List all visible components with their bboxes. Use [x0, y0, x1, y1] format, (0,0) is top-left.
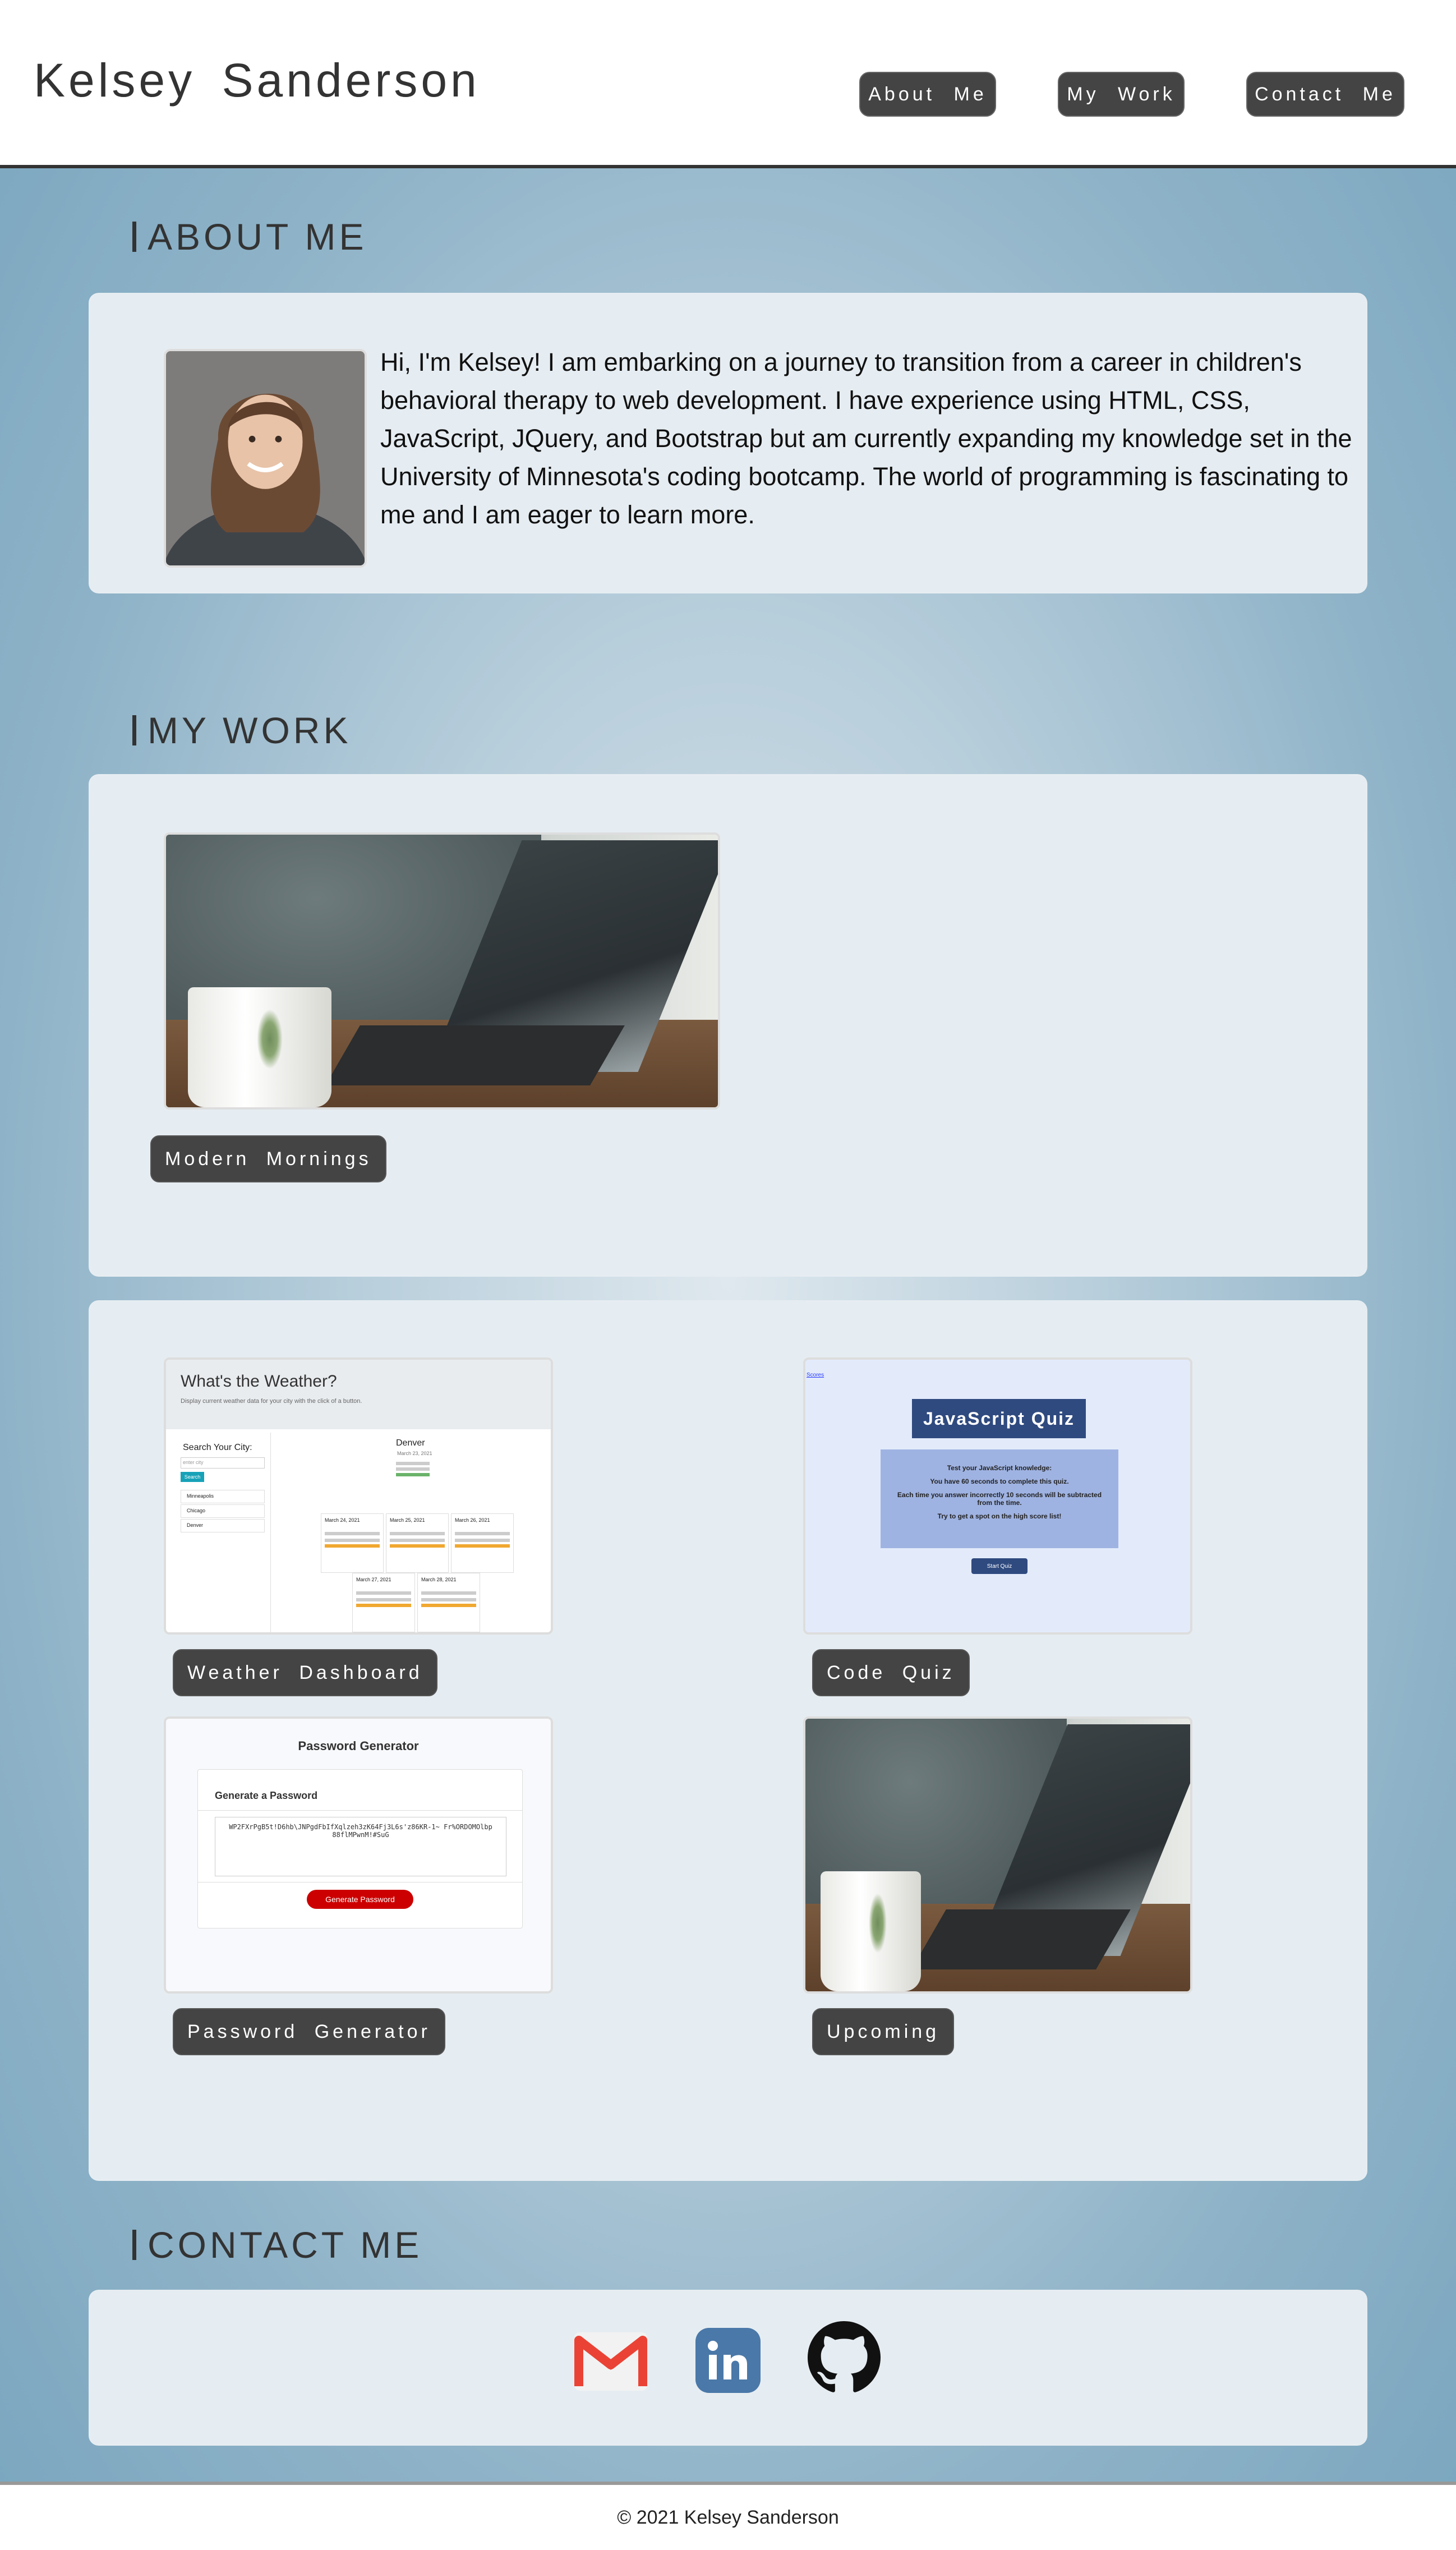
contact-heading-text: CONTACT ME [148, 2224, 423, 2266]
quiz-instructions: Test your JavaScript knowledge: You have… [881, 1449, 1118, 1548]
site-footer: © 2021 Kelsey Sanderson [0, 2482, 1456, 2550]
heading-bar [132, 222, 136, 252]
forecast-card: March 24, 2021 [321, 1513, 384, 1573]
forecast-card: March 27, 2021 [352, 1573, 415, 1632]
linkedin-icon[interactable] [695, 2328, 761, 2396]
nav-work-button[interactable]: My Work [1058, 72, 1185, 117]
work-heading: MY WORK [132, 709, 351, 752]
brand-name[interactable]: Kelsey Sanderson [34, 53, 480, 108]
profile-photo [164, 349, 367, 568]
nav-about-button[interactable]: About Me [859, 72, 996, 117]
contact-card [89, 2290, 1367, 2446]
weather-dashboard-button[interactable]: Weather Dashboard [173, 1649, 437, 1696]
gmail-icon[interactable] [574, 2332, 647, 2393]
weather-search-input[interactable]: enter city [181, 1457, 265, 1469]
featured-project-image[interactable] [164, 832, 720, 1110]
footer-copyright: © 2021 Kelsey Sanderson [617, 2506, 839, 2528]
password-output: WP2FXrPgB5t!D6hb\JNPgdFbIfXqlzeh3zK64Fj3… [215, 1817, 506, 1876]
featured-work-card: Modern Mornings [89, 774, 1367, 1277]
weather-heading: What's the Weather? [181, 1372, 337, 1391]
work-heading-text: MY WORK [148, 710, 352, 751]
generate-password-button[interactable]: Generate Password [307, 1890, 413, 1909]
contact-heading: CONTACT ME [132, 2224, 422, 2266]
about-heading: ABOUT ME [132, 215, 367, 258]
quiz-scores-link[interactable]: Scores [807, 1372, 824, 1378]
about-bio: Hi, I'm Kelsey! I am embarking on a jour… [380, 348, 1352, 529]
laptop-photo [166, 835, 718, 1107]
about-card: Hi, I'm Kelsey! I am embarking on a jour… [89, 293, 1367, 593]
password-generator-thumbnail[interactable]: Password Generator Generate a Password W… [164, 1716, 553, 1994]
weather-search-label: Search Your City: [183, 1443, 252, 1452]
weather-city-item[interactable]: Chicago [181, 1504, 265, 1518]
password-generator-button[interactable]: Password Generator [173, 2008, 445, 2055]
about-heading-text: ABOUT ME [148, 216, 367, 257]
quiz-title: JavaScript Quiz [912, 1399, 1086, 1438]
heading-bar [132, 2230, 136, 2260]
forecast-card: March 26, 2021 [451, 1513, 514, 1573]
modern-mornings-button[interactable]: Modern Mornings [150, 1135, 386, 1182]
github-icon[interactable] [808, 2321, 881, 2397]
site-header: Kelsey Sanderson About Me My Work Contac… [0, 0, 1456, 168]
quiz-start-button[interactable]: Start Quiz [971, 1558, 1028, 1574]
password-card-title: Generate a Password [215, 1790, 318, 1801]
portrait-illustration [166, 351, 365, 565]
password-preview-title: Password Generator [298, 1739, 419, 1753]
laptop-photo [805, 1719, 1190, 1991]
weather-jumbotron: What's the Weather? Display current weat… [166, 1360, 551, 1429]
weather-dashboard-thumbnail[interactable]: What's the Weather? Display current weat… [164, 1357, 553, 1635]
nav-contact-button[interactable]: Contact Me [1246, 72, 1404, 117]
projects-card: What's the Weather? Display current weat… [89, 1300, 1367, 2181]
weather-current-city: Denver [396, 1438, 425, 1448]
password-preview-card: Generate a Password WP2FXrPgB5t!D6hb\JNP… [197, 1769, 523, 1928]
weather-city-item[interactable]: Minneapolis [181, 1490, 265, 1503]
code-quiz-thumbnail[interactable]: Scores JavaScript Quiz Test your JavaScr… [803, 1357, 1192, 1635]
upcoming-button[interactable]: Upcoming [812, 2008, 955, 2055]
code-quiz-button[interactable]: Code Quiz [812, 1649, 970, 1696]
heading-bar [132, 715, 136, 745]
weather-current-date: March 23, 2021 [397, 1451, 432, 1456]
forecast-card: March 25, 2021 [386, 1513, 449, 1573]
weather-city-item[interactable]: Denver [181, 1519, 265, 1532]
weather-subheading: Display current weather data for your ci… [181, 1398, 362, 1405]
upcoming-thumbnail[interactable] [803, 1716, 1192, 1994]
weather-search-button[interactable]: Search [181, 1472, 204, 1482]
forecast-card: March 28, 2021 [417, 1573, 480, 1632]
